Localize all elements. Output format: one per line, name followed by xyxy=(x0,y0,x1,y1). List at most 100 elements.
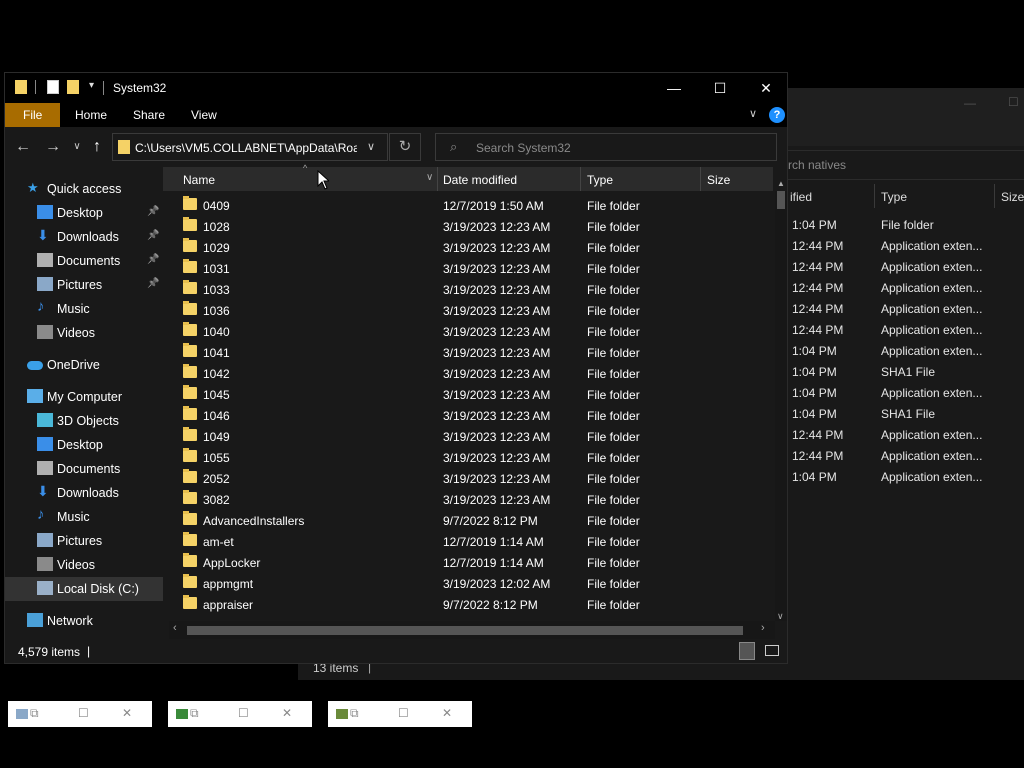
restore-icon[interactable]: ⧉ xyxy=(30,706,39,721)
maximize-icon[interactable]: ☐ xyxy=(78,706,89,720)
file-row[interactable]: AppLocker 12/7/2019 1:14 AM File folder xyxy=(163,552,773,573)
sidebar-item[interactable]: ♪ Music xyxy=(5,297,163,321)
back-button[interactable]: ← xyxy=(11,137,35,157)
background-file-row[interactable]: 12:44 PM Application exten... xyxy=(788,446,1024,467)
horizontal-scrollbar[interactable]: ‹ › xyxy=(169,621,775,639)
background-file-row[interactable]: 1:04 PM Application exten... xyxy=(788,467,1024,488)
background-file-row[interactable]: 12:44 PM Application exten... xyxy=(788,320,1024,341)
sidebar-item[interactable]: My Computer xyxy=(5,385,163,409)
properties-icon[interactable] xyxy=(47,80,59,94)
explorer-window[interactable]: ▾ System32 — ☐ ✕ File Home Share View ∨ … xyxy=(4,72,788,664)
background-file-row[interactable]: 12:44 PM Application exten... xyxy=(788,236,1024,257)
sidebar-item[interactable]: Network xyxy=(5,609,163,633)
sidebar-item[interactable]: Desktop 📌 xyxy=(5,201,163,225)
taskbar-thumbnail[interactable]: ⧉ ☐ ✕ xyxy=(168,701,312,727)
file-row[interactable]: 1029 3/19/2023 12:23 AM File folder xyxy=(163,237,773,258)
sidebar-item[interactable]: Documents 📌 xyxy=(5,249,163,273)
sidebar-item[interactable]: Local Disk (C:) xyxy=(5,577,163,601)
background-search-box[interactable]: rch natives xyxy=(788,150,1024,180)
close-icon[interactable]: ✕ xyxy=(282,706,292,720)
sidebar-item[interactable]: Videos xyxy=(5,553,163,577)
taskbar-thumbnail[interactable]: ⧉ ☐ ✕ xyxy=(328,701,472,727)
restore-icon[interactable]: ⧉ xyxy=(350,706,359,721)
column-size[interactable]: Size xyxy=(707,173,730,187)
file-row[interactable]: 0409 12/7/2019 1:50 AM File folder xyxy=(163,195,773,216)
file-row[interactable]: 1042 3/19/2023 12:23 AM File folder xyxy=(163,363,773,384)
tab-view[interactable]: View xyxy=(179,103,229,127)
background-file-row[interactable]: 12:44 PM Application exten... xyxy=(788,257,1024,278)
expand-ribbon-icon[interactable]: ∨ xyxy=(749,107,757,120)
forward-button[interactable]: → xyxy=(41,137,65,157)
sidebar-item[interactable]: OneDrive xyxy=(5,353,163,377)
sidebar-item[interactable]: ⬇ Downloads 📌 xyxy=(5,225,163,249)
scrollbar-thumb[interactable] xyxy=(777,191,785,209)
minimize-button[interactable]: — xyxy=(651,73,697,103)
column-date-modified[interactable]: Date modified xyxy=(443,173,517,187)
details-view-button[interactable] xyxy=(739,642,755,660)
sidebar-item[interactable]: ♪ Music xyxy=(5,505,163,529)
background-file-row[interactable]: 12:44 PM Application exten... xyxy=(788,425,1024,446)
restore-icon[interactable]: ⧉ xyxy=(190,706,199,721)
column-name[interactable]: Name xyxy=(183,173,215,187)
file-row[interactable]: 1045 3/19/2023 12:23 AM File folder xyxy=(163,384,773,405)
scrollbar-thumb[interactable] xyxy=(187,626,743,635)
file-row[interactable]: 1040 3/19/2023 12:23 AM File folder xyxy=(163,321,773,342)
file-row[interactable]: am-et 12/7/2019 1:14 AM File folder xyxy=(163,531,773,552)
background-explorer-window[interactable]: — ☐ rch natives ified Type Size 1:04 PM F… xyxy=(788,88,1024,680)
sidebar-item[interactable]: 3D Objects xyxy=(5,409,163,433)
tab-share[interactable]: Share xyxy=(121,103,177,127)
column-separator[interactable] xyxy=(700,167,701,191)
sidebar-item[interactable]: Videos xyxy=(5,321,163,345)
column-filter-icon[interactable]: ∨ xyxy=(426,172,433,183)
close-button[interactable]: ✕ xyxy=(743,73,789,103)
taskbar-thumbnail[interactable]: ⧉ ☐ ✕ xyxy=(8,701,152,727)
file-row[interactable]: 1028 3/19/2023 12:23 AM File folder xyxy=(163,216,773,237)
file-row[interactable]: appraiser 9/7/2022 8:12 PM File folder xyxy=(163,594,773,615)
column-size[interactable]: Size xyxy=(1001,190,1024,204)
sidebar-item[interactable]: Desktop xyxy=(5,433,163,457)
maximize-icon[interactable]: ☐ xyxy=(398,706,409,720)
sidebar-item[interactable]: Documents xyxy=(5,457,163,481)
address-bar[interactable]: C:\Users\VM5.COLLABNET\AppData\Roaming ∨ xyxy=(112,133,388,161)
sidebar-item[interactable]: ★ Quick access xyxy=(5,177,163,201)
background-file-row[interactable]: 12:44 PM Application exten... xyxy=(788,299,1024,320)
sidebar-item[interactable]: Pictures xyxy=(5,529,163,553)
tab-file[interactable]: File xyxy=(5,103,60,127)
column-type[interactable]: Type xyxy=(587,173,613,187)
column-separator[interactable] xyxy=(437,167,438,191)
scroll-left-icon[interactable]: ‹ xyxy=(173,622,177,634)
file-row[interactable]: 1033 3/19/2023 12:23 AM File folder xyxy=(163,279,773,300)
scroll-up-icon[interactable]: ▲ xyxy=(777,179,785,188)
background-file-row[interactable]: 1:04 PM Application exten... xyxy=(788,341,1024,362)
large-icons-view-button[interactable] xyxy=(765,645,779,656)
refresh-button[interactable]: ↻ xyxy=(389,133,421,161)
background-file-row[interactable]: 12:44 PM Application exten... xyxy=(788,278,1024,299)
background-file-row[interactable]: 1:04 PM SHA1 File xyxy=(788,404,1024,425)
close-icon[interactable]: ✕ xyxy=(442,706,452,720)
background-file-row[interactable]: 1:04 PM Application exten... xyxy=(788,383,1024,404)
file-row[interactable]: 3082 3/19/2023 12:23 AM File folder xyxy=(163,489,773,510)
file-row[interactable]: 1049 3/19/2023 12:23 AM File folder xyxy=(163,426,773,447)
file-row[interactable]: 1046 3/19/2023 12:23 AM File folder xyxy=(163,405,773,426)
column-separator[interactable] xyxy=(874,184,875,208)
vertical-scrollbar[interactable]: ▲ ∨ xyxy=(775,179,787,622)
column-separator[interactable] xyxy=(580,167,581,191)
file-row[interactable]: appmgmt 3/19/2023 12:02 AM File folder xyxy=(163,573,773,594)
scroll-down-icon[interactable]: ∨ xyxy=(777,611,784,622)
help-icon[interactable]: ? xyxy=(769,107,785,123)
file-row[interactable]: 1055 3/19/2023 12:23 AM File folder xyxy=(163,447,773,468)
column-type[interactable]: Type xyxy=(881,190,907,204)
minimize-icon[interactable]: — xyxy=(964,96,976,110)
file-row[interactable]: 1041 3/19/2023 12:23 AM File folder xyxy=(163,342,773,363)
new-folder-icon[interactable] xyxy=(67,80,79,94)
sidebar-item[interactable]: Pictures 📌 xyxy=(5,273,163,297)
column-date-modified[interactable]: ified xyxy=(790,190,812,204)
maximize-icon[interactable]: ☐ xyxy=(238,706,249,720)
maximize-button[interactable]: ☐ xyxy=(697,73,743,103)
file-row[interactable]: 1031 3/19/2023 12:23 AM File folder xyxy=(163,258,773,279)
title-bar[interactable]: ▾ System32 — ☐ ✕ xyxy=(5,73,787,103)
close-icon[interactable]: ✕ xyxy=(122,706,132,720)
background-file-row[interactable]: 1:04 PM SHA1 File xyxy=(788,362,1024,383)
tab-home[interactable]: Home xyxy=(63,103,119,127)
address-dropdown-icon[interactable]: ∨ xyxy=(367,140,375,153)
